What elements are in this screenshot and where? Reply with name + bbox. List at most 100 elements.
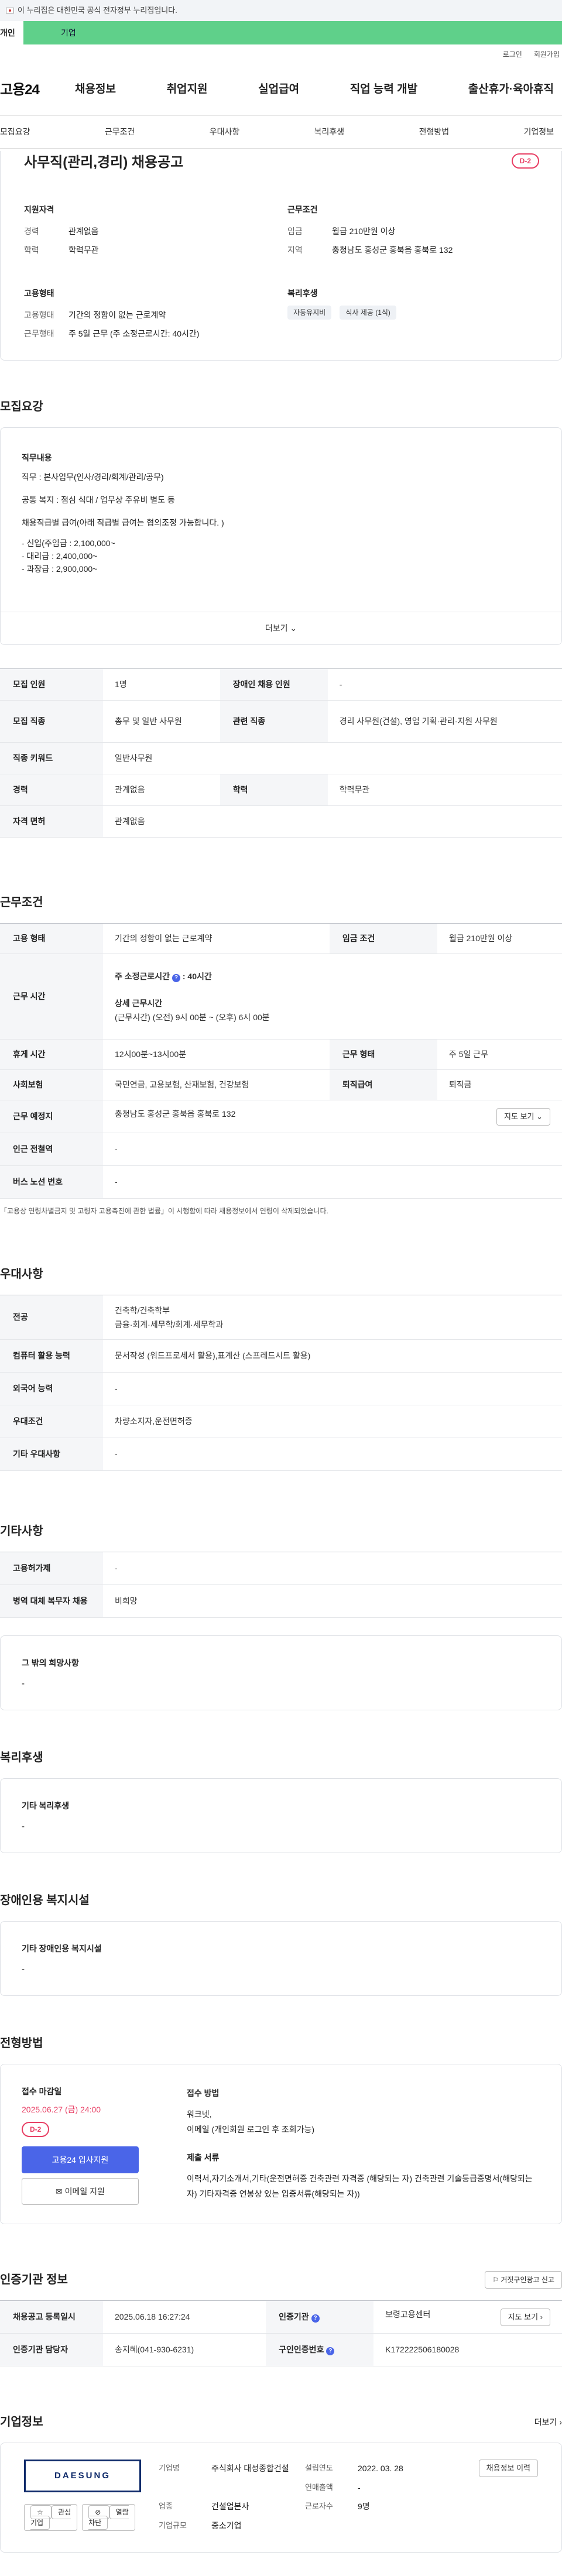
table-row: 경력 관계없음 학력 학력무관 <box>0 774 562 806</box>
info-icon: ? <box>172 973 180 982</box>
gnb-jobs[interactable]: 채용정보 <box>75 81 116 98</box>
row-key: 자격 면허 <box>0 805 103 838</box>
recruit-table: 모집 인원 1명 장애인 채용 인원 - 모집 직종 총무 및 일반 사무원 관련 직종 경… <box>0 668 562 838</box>
gov-notice: 이 누리집은 대한민국 공식 전자정부 누리집입니다. <box>18 6 177 15</box>
qual-value: 학력무관 <box>68 245 99 255</box>
report-icon: ⚐ <box>492 2276 501 2284</box>
cert-title: 인증기관 정보 <box>0 2273 68 2286</box>
fav-company-button[interactable]: ☆ 관심기업 <box>24 2504 78 2531</box>
table-row: 모집 직종 총무 및 일반 사무원 관련 직종 경리 사무원(건설), 영업 기획·관… <box>0 700 562 743</box>
cert-table: 채용공고 등록일시 2025.06.18 16:27:24 인증기관 ? 보령고용센터… <box>0 2300 562 2366</box>
table-row: 사회보험 국민연금, 고용보험, 산재보험, 건강보험 퇴직급여 퇴직금 <box>0 1069 562 1100</box>
row-value: 경리 사무원(건설), 영업 기획·관리·지원 사무원 <box>327 700 562 743</box>
gnb-employment-support[interactable]: 취업지원 <box>167 81 208 98</box>
row-key: 휴게 시간 <box>0 1039 103 1070</box>
method-title: 접수 방법 <box>187 2088 220 2098</box>
company-more-label: 더보기 <box>534 2417 557 2427</box>
more-label: 더보기 <box>265 623 288 633</box>
cond-key: 임금 <box>287 227 303 236</box>
table-row: 우대조건 차량소지자,운전면허증 <box>0 1405 562 1438</box>
login-link[interactable]: 로그인 <box>503 49 522 60</box>
row-key: 고용허가제 <box>0 1552 103 1585</box>
info-value: 주식회사 대성종합건설 <box>211 2464 289 2473</box>
row-key: 사회보험 <box>0 1069 103 1100</box>
place-cell: 충청남도 홍성군 홍북읍 홍북로 132 지도 보기 ⌄ <box>103 1100 562 1133</box>
row-key: 학력 <box>220 774 328 806</box>
cond-key: 지역 <box>287 245 303 255</box>
map-button[interactable]: 지도 보기 › <box>500 2308 550 2326</box>
tab-recruit[interactable]: 모집요강 <box>0 126 30 138</box>
row-key: 고용 형태 <box>0 923 103 954</box>
tab-personal[interactable]: 개인 <box>0 21 23 44</box>
gnb-training[interactable]: 직업 능력 개발 <box>350 81 417 98</box>
row-value: 차량소지자,운전면허증 <box>103 1405 562 1438</box>
row-value: - <box>327 668 562 701</box>
table-row: 채용공고 등록일시 2025.06.18 16:27:24 인증기관 ? 보령고용센터… <box>0 2300 562 2334</box>
row-value: 관계없음 <box>103 774 220 806</box>
info-key: 연매출액 <box>305 2482 333 2492</box>
more-button[interactable]: 더보기 ⌄ <box>1 612 561 644</box>
row-key: 임금 조건 <box>329 923 437 954</box>
report-button[interactable]: ⚐ 거짓구인광고 신고 <box>485 2271 562 2289</box>
row-value: 월급 210만원 이상 <box>437 923 562 954</box>
etc-box-value: - <box>22 1679 25 1689</box>
job-history-button[interactable]: 채용정보 이력 <box>478 2460 538 2477</box>
row-value: 일반사무원 <box>103 742 562 774</box>
row-key: 기타 우대사항 <box>0 1438 103 1471</box>
gnb-unemployment[interactable]: 실업급여 <box>258 81 299 98</box>
util-links: 로그인 회원가입 <box>0 44 562 64</box>
block-company-button[interactable]: ⊘ 열람차단 <box>82 2504 135 2531</box>
tab-apply[interactable]: 전형방법 <box>419 126 450 138</box>
row-key: 우대조건 <box>0 1405 103 1438</box>
row-key: 병역 대체 복무자 채용 <box>0 1584 103 1618</box>
tab-company[interactable]: 기업정보 <box>523 126 554 138</box>
row-value: 비희망 <box>103 1584 562 1618</box>
disabled-box: 기타 장애인용 복지시설 - <box>0 1921 562 1996</box>
benefit-title: 복리후생 <box>0 1751 43 1764</box>
hours-cell: 주 소정근로시간 ? : 40시간 상세 근무시간 (근무시간) (오전) 9시… <box>103 953 562 1040</box>
site-logo[interactable]: 고용24 <box>0 80 75 101</box>
table-row: 직종 키워드 일반사무원 <box>0 742 562 774</box>
hours-value: 40시간 <box>187 971 212 981</box>
info-key: 기업규모 <box>159 2520 187 2530</box>
tab-work[interactable]: 근무조건 <box>105 126 135 138</box>
table-row: 인증기관 담당자 송지혜(041-930-6231) 구인인증번호 ? K172222… <box>0 2333 562 2366</box>
info-key: 설립연도 <box>305 2464 333 2472</box>
row-key: 장애인 채용 인원 <box>220 668 328 701</box>
qual-title: 지원자격 <box>24 205 54 214</box>
apply-box: 접수 마감일 2025.06.27 (금) 24:00 D-2 고용24 입사지… <box>0 2064 562 2224</box>
row-value: 총무 및 일반 사무원 <box>103 700 220 743</box>
company-more-link[interactable]: 더보기 › <box>534 2416 562 2428</box>
signup-link[interactable]: 회원가입 <box>534 49 560 60</box>
info-key: 근로자수 <box>305 2502 333 2510</box>
desc-line: - 대리급 : 2,400,000~ <box>22 551 98 561</box>
tab-company[interactable]: 기업 <box>23 21 562 44</box>
table-row: 휴게 시간 12시00분~13시00분 근무 형태 주 5일 근무 <box>0 1039 562 1070</box>
benefit-box: 기타 복리후생 - <box>0 1778 562 1853</box>
job-title: 사무직(관리,경리) 채용공고 <box>24 155 184 170</box>
table-row: 인근 전철역 - <box>0 1133 562 1166</box>
table-row: 근무 예정지 충청남도 홍성군 홍북읍 홍북로 132 지도 보기 ⌄ <box>0 1100 562 1133</box>
gnb-parental-leave[interactable]: 출산휴가·육아휴직 <box>468 81 554 98</box>
cond-title: 근무조건 <box>287 205 318 214</box>
qual-value: 관계없음 <box>68 227 99 236</box>
deadline: 2025.06.27 (금) 24:00 <box>22 2105 101 2114</box>
tab-pref[interactable]: 우대사항 <box>210 126 240 138</box>
flag-icon <box>6 8 14 13</box>
email-apply-button[interactable]: ✉ 이메일 지원 <box>22 2178 139 2205</box>
age-note: 「고용상 연령차별금지 및 고령자 고용촉진에 관한 법률」이 시행함에 따라 … <box>0 1207 328 1215</box>
etc-table: 고용허가제 - 병역 대체 복무자 채용 비희망 <box>0 1552 562 1618</box>
emp-value: 기간의 정함이 없는 근로계약 <box>68 310 166 320</box>
map-button[interactable]: 지도 보기 ⌄ <box>496 1107 550 1126</box>
info-value: 건설업본사 <box>211 2502 249 2511</box>
tab-benefit[interactable]: 복리후생 <box>314 126 345 138</box>
emp-key: 근무형태 <box>24 329 54 338</box>
desc-line: 공통 복지 : 점심 식대 / 업무상 주유비 별도 등 <box>22 495 175 505</box>
apply-button[interactable]: 고용24 입사지원 <box>22 2146 139 2173</box>
row-key: 인증기관 담당자 <box>0 2333 103 2366</box>
cond-value: 월급 210만원 이상 <box>332 227 396 236</box>
row-key: 전공 <box>0 1295 103 1340</box>
gov-notice-bar: 이 누리집은 대한민국 공식 전자정부 누리집입니다. <box>0 0 562 21</box>
row-value: - <box>103 1133 562 1166</box>
pref-table: 전공 건축학/건축학부 금융·회계·세무학/회계·세무학과 컴퓨터 활용 능력 문서… <box>0 1295 562 1471</box>
